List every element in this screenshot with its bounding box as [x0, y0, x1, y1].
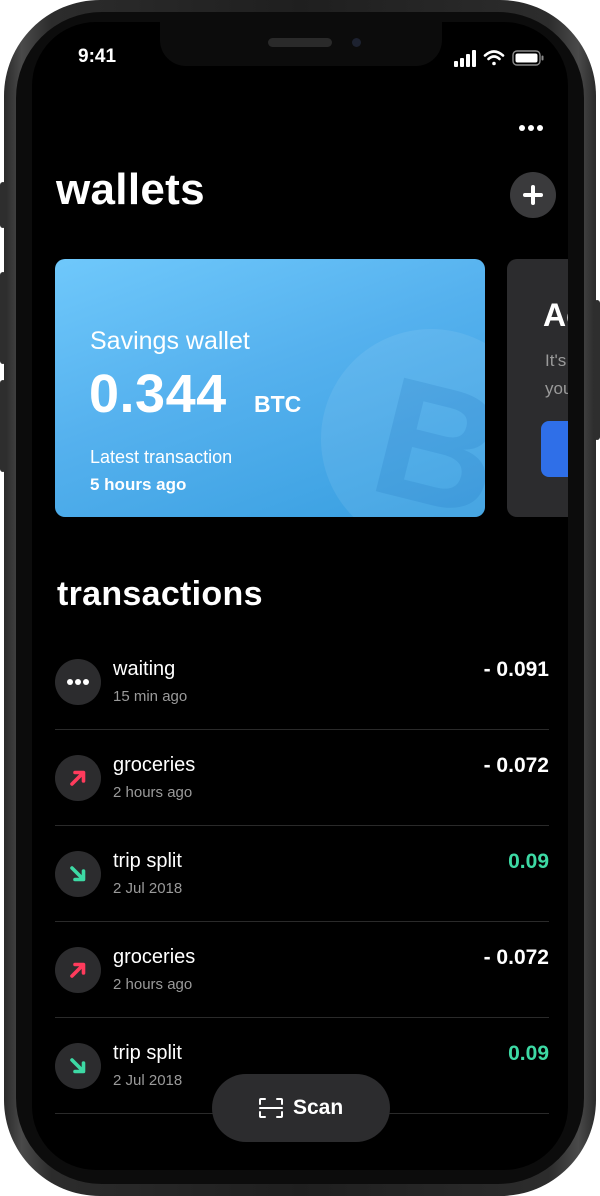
- transaction-row[interactable]: groceries 2 hours ago - 0.072: [55, 922, 549, 1018]
- transactions-list: waiting 15 min ago - 0.091 groceries 2 h…: [55, 634, 549, 1114]
- front-camera: [352, 38, 361, 47]
- transaction-amount: - 0.072: [483, 754, 549, 777]
- more-dots-icon: [519, 125, 543, 131]
- transaction-time: 2 Jul 2018: [113, 880, 183, 897]
- add-wallet-card-button[interactable]: [541, 421, 568, 477]
- transaction-amount: - 0.072: [483, 946, 549, 969]
- transaction-label: trip split: [113, 850, 182, 872]
- scan-button[interactable]: Scan: [212, 1074, 390, 1142]
- volume-down-button: [0, 380, 6, 472]
- cellular-signal-icon: [454, 50, 476, 67]
- transaction-row[interactable]: groceries 2 hours ago - 0.072: [55, 730, 549, 826]
- power-button: [594, 300, 600, 440]
- notch: [160, 22, 442, 66]
- add-wallet-card-text-line2: you: [545, 379, 568, 398]
- add-wallet-card-title: Ac: [543, 297, 568, 333]
- arrow-down-right-icon: [70, 1058, 86, 1074]
- transactions-title: transactions: [57, 575, 263, 613]
- battery-icon: [512, 50, 544, 66]
- transaction-time: 2 Jul 2018: [113, 1072, 183, 1089]
- arrow-up-right-icon: [70, 770, 86, 786]
- wifi-icon: [483, 50, 505, 66]
- transaction-time: 2 hours ago: [113, 784, 193, 801]
- mute-switch: [0, 182, 6, 228]
- add-wallet-card[interactable]: Ac It's you: [507, 259, 568, 517]
- transaction-row[interactable]: waiting 15 min ago - 0.091: [55, 634, 549, 730]
- transaction-amount: 0.09: [508, 1042, 549, 1065]
- arrow-up-right-icon: [70, 962, 86, 978]
- add-wallet-card-text: It's you: [545, 347, 568, 403]
- status-time: 9:41: [78, 46, 117, 67]
- incoming-status-icon: [55, 1043, 101, 1089]
- page-title: wallets: [56, 165, 205, 214]
- speaker: [268, 38, 332, 47]
- transaction-amount: - 0.091: [483, 658, 549, 681]
- add-wallet-card-text-line1: It's: [545, 351, 567, 370]
- plus-icon: [523, 185, 543, 205]
- status-icons: [452, 48, 552, 68]
- volume-up-button: [0, 272, 6, 364]
- more-menu-button[interactable]: [516, 116, 546, 140]
- pending-status-icon: [55, 659, 101, 705]
- transaction-label: groceries: [113, 754, 196, 776]
- transaction-row[interactable]: trip split 2 Jul 2018 0.09: [55, 826, 549, 922]
- wallet-name: Savings wallet: [90, 327, 250, 355]
- wallet-balance: 0.344: [89, 364, 227, 424]
- transaction-amount: 0.09: [508, 850, 549, 873]
- latest-transaction-label: Latest transaction: [90, 447, 233, 467]
- savings-wallet-card[interactable]: B Savings wallet 0.344 BTC Latest transa…: [55, 259, 485, 517]
- wallet-currency: BTC: [254, 391, 302, 417]
- scan-button-label: Scan: [293, 1096, 344, 1119]
- screen: 9:41 wallets B Savings wallet 0.344 BTC …: [32, 22, 568, 1170]
- latest-transaction-value: 5 hours ago: [90, 475, 187, 494]
- add-wallet-button[interactable]: [510, 172, 556, 218]
- transaction-label: trip split: [113, 1042, 182, 1064]
- bitcoin-icon: B: [321, 329, 485, 517]
- outgoing-status-icon: [55, 755, 101, 801]
- transaction-time: 15 min ago: [113, 688, 188, 705]
- transaction-time: 2 hours ago: [113, 976, 193, 993]
- scan-icon: [259, 1098, 283, 1118]
- outgoing-status-icon: [55, 947, 101, 993]
- transaction-label: groceries: [113, 946, 196, 968]
- more-dots-icon: [67, 679, 89, 685]
- incoming-status-icon: [55, 851, 101, 897]
- arrow-down-right-icon: [70, 866, 86, 882]
- transaction-label: waiting: [113, 658, 176, 680]
